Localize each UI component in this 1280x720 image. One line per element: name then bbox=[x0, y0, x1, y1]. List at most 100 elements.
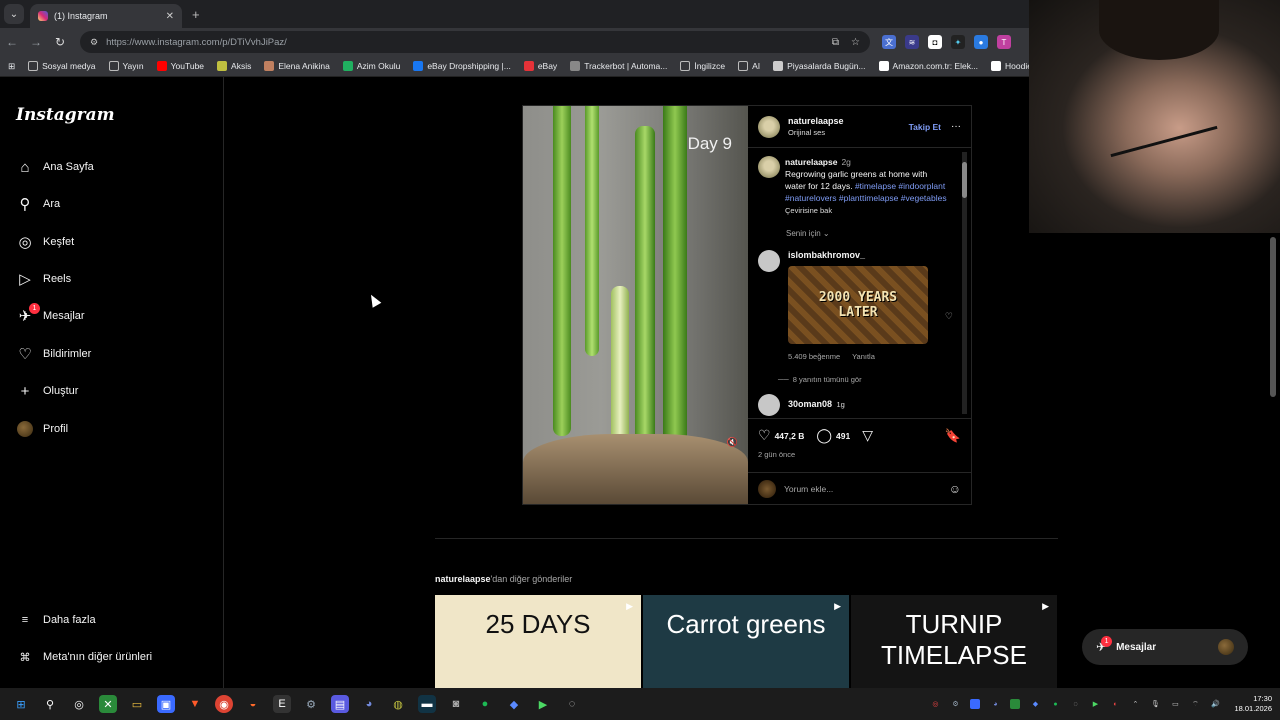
wave-extension-icon[interactable]: ≋ bbox=[905, 35, 919, 49]
address-bar[interactable]: ⚙ https://www.instagram.com/p/DTiVvhJiPa… bbox=[80, 31, 870, 53]
scrollbar-thumb[interactable] bbox=[962, 162, 967, 198]
sidebar-item-meta[interactable]: ⌘ Meta'nın diğer ürünleri bbox=[16, 648, 153, 666]
tab-close-icon[interactable]: ✕ bbox=[166, 11, 174, 22]
app-icon[interactable]: ◍ bbox=[389, 695, 407, 713]
install-app-icon[interactable]: ⧉ bbox=[832, 37, 839, 48]
tray-spotify-icon[interactable]: ● bbox=[1050, 699, 1060, 709]
tray-app-icon[interactable]: ◐ bbox=[1110, 699, 1120, 709]
bookmark-item[interactable]: Yayın bbox=[108, 61, 144, 71]
tray-chevron-icon[interactable]: ⌃ bbox=[1130, 699, 1140, 709]
tray-mic-icon[interactable]: 🎙 bbox=[1150, 699, 1160, 709]
bookmark-item[interactable]: İngilizce bbox=[680, 61, 725, 71]
comment-bubble-icon[interactable]: ◯ bbox=[816, 427, 832, 444]
see-translation-link[interactable]: Çevirisine bak bbox=[785, 205, 950, 217]
back-arrow-icon[interactable]: ← bbox=[0, 35, 24, 49]
sidebar-item-more[interactable]: ≡ Daha fazla bbox=[16, 611, 96, 629]
tray-steam-icon[interactable]: ⚙ bbox=[950, 699, 960, 709]
app-icon[interactable]: ◙ bbox=[447, 695, 465, 713]
reply-button[interactable]: Yanıtla bbox=[852, 352, 875, 361]
tray-app-icon[interactable]: ▶ bbox=[1090, 699, 1100, 709]
bookmark-item[interactable]: AI bbox=[738, 61, 760, 71]
page-scrollbar[interactable] bbox=[1270, 237, 1276, 397]
bookmark-item[interactable]: Elena Anikina bbox=[264, 61, 330, 71]
tray-app-icon[interactable]: ◎ bbox=[930, 699, 940, 709]
emoji-icon[interactable]: ☺ bbox=[949, 482, 961, 496]
mute-icon[interactable]: 🔇 bbox=[727, 437, 738, 448]
tray-app-icon[interactable] bbox=[1010, 699, 1021, 709]
app-icon[interactable]: ◆ bbox=[505, 695, 523, 713]
more-posts-user[interactable]: naturelaapse bbox=[435, 574, 491, 584]
instagram-logo[interactable]: Instagram bbox=[16, 105, 115, 125]
sidebar-item-avatar[interactable]: Profil bbox=[16, 420, 68, 438]
task-view-icon[interactable]: ◎ bbox=[70, 695, 88, 713]
reload-icon[interactable]: ↻ bbox=[48, 35, 72, 49]
profile-extension-icon[interactable]: T bbox=[997, 35, 1011, 49]
caption-user[interactable]: naturelaapse bbox=[785, 157, 837, 167]
bookmark-item[interactable]: Piyasalarda Bugün... bbox=[773, 61, 866, 71]
chrome-icon[interactable]: ◉ bbox=[215, 695, 233, 713]
sidebar-item-compass[interactable]: ◎ Keşfet bbox=[16, 233, 74, 251]
bookmark-item[interactable]: Aksis bbox=[217, 61, 251, 71]
follow-button[interactable]: Takip Et bbox=[909, 122, 941, 132]
avatar[interactable] bbox=[758, 156, 780, 178]
sidebar-item-home[interactable]: ⌂ Ana Sayfa bbox=[16, 158, 93, 176]
avatar[interactable] bbox=[758, 250, 780, 272]
sidebar-item-search[interactable]: ⚲ Ara bbox=[16, 195, 61, 213]
windows-start-icon[interactable]: ⊞ bbox=[12, 695, 30, 713]
avatar[interactable] bbox=[758, 115, 780, 138]
comment-likes[interactable]: 5.409 beğenme bbox=[788, 352, 840, 361]
teams-icon[interactable]: ▤ bbox=[331, 695, 349, 713]
store-icon[interactable]: ▣ bbox=[157, 695, 175, 713]
xbox-icon[interactable]: ✕ bbox=[99, 695, 117, 713]
avatar[interactable] bbox=[758, 394, 780, 416]
audio-label[interactable]: Orijinal ses bbox=[788, 128, 909, 137]
comment-like-heart-icon[interactable]: ♡ bbox=[945, 311, 953, 322]
app-icon[interactable]: ◌ bbox=[563, 695, 581, 713]
search-icon[interactable]: ⚲ bbox=[41, 695, 59, 713]
bookmark-item[interactable]: Amazon.com.tr: Elek... bbox=[878, 61, 978, 71]
comment-user[interactable]: islombakhromov_ bbox=[788, 250, 928, 260]
forward-arrow-icon[interactable]: → bbox=[24, 35, 48, 49]
comment-user[interactable]: 30oman08 bbox=[788, 399, 832, 409]
more-post-thumbnail[interactable]: 25 DAYS ▶ bbox=[435, 595, 641, 688]
like-heart-icon[interactable]: ♡ bbox=[758, 427, 771, 444]
tab-search-button[interactable]: ⌄ bbox=[4, 4, 24, 24]
brave-icon[interactable]: ▼ bbox=[186, 695, 204, 713]
bookmark-item[interactable]: Sosyal medya bbox=[28, 61, 96, 71]
tray-app-icon[interactable]: ◌ bbox=[1070, 699, 1080, 709]
post-video[interactable]: Day 9 🔇 bbox=[523, 106, 748, 504]
app-icon[interactable]: ▶ bbox=[534, 695, 552, 713]
more-post-thumbnail[interactable]: TURNIP TIMELAPSE ▶ bbox=[851, 595, 1057, 688]
shield-extension-icon[interactable]: ● bbox=[974, 35, 988, 49]
more-post-thumbnail[interactable]: Carrot greens ▶ bbox=[643, 595, 849, 688]
bookmark-item[interactable]: Azim Okulu bbox=[342, 61, 400, 71]
more-options-icon[interactable]: ··· bbox=[951, 121, 961, 132]
comments-list[interactable]: naturelaapse 2g Regrowing garlic greens a… bbox=[748, 148, 971, 416]
brave-nightly-icon[interactable]: ◒ bbox=[244, 695, 262, 713]
sidebar-item-heart[interactable]: ♡ Bildirimler bbox=[16, 345, 91, 363]
taskbar-clock[interactable]: 17:30 18.01.2026 bbox=[1234, 694, 1272, 714]
new-tab-button[interactable]: + bbox=[192, 7, 200, 22]
sidebar-item-messenger[interactable]: ✈ 1 Mesajlar bbox=[16, 303, 85, 325]
browser-tab-instagram[interactable]: (1) Instagram ✕ bbox=[30, 4, 182, 28]
bookmark-item[interactable]: YouTube bbox=[156, 61, 204, 71]
sidebar-item-reels[interactable]: ▷ Reels bbox=[16, 270, 71, 288]
file-explorer-icon[interactable]: ▭ bbox=[128, 695, 146, 713]
apps-grid-icon[interactable]: ⊞ bbox=[8, 61, 15, 72]
post-author[interactable]: naturelaapse bbox=[788, 116, 909, 126]
site-settings-icon[interactable]: ⚙ bbox=[90, 37, 98, 48]
bookmark-item[interactable]: Trackerbot | Automa... bbox=[570, 61, 667, 71]
bookmark-item[interactable]: eBay bbox=[523, 61, 557, 71]
messages-pill[interactable]: ✈ 1 Mesajlar bbox=[1082, 629, 1248, 665]
tray-app-icon[interactable]: ◆ bbox=[1030, 699, 1040, 709]
comment-input[interactable]: Yorum ekle... bbox=[784, 484, 949, 494]
view-replies-link[interactable]: ── 8 yanıtın tümünü gör bbox=[778, 375, 961, 384]
bookmark-item[interactable]: eBay Dropshipping |... bbox=[413, 61, 511, 71]
like-count[interactable]: 447,2 B bbox=[775, 431, 805, 441]
ai-extension-icon[interactable]: ✦ bbox=[951, 35, 965, 49]
comments-scrollbar[interactable] bbox=[962, 152, 967, 414]
bookmark-save-icon[interactable]: 🔖 bbox=[945, 428, 961, 444]
bookmark-star-icon[interactable]: ☆ bbox=[851, 37, 860, 48]
tray-network-icon[interactable]: ⌔ bbox=[1190, 699, 1200, 709]
tray-display-icon[interactable]: ▭ bbox=[1170, 699, 1180, 709]
